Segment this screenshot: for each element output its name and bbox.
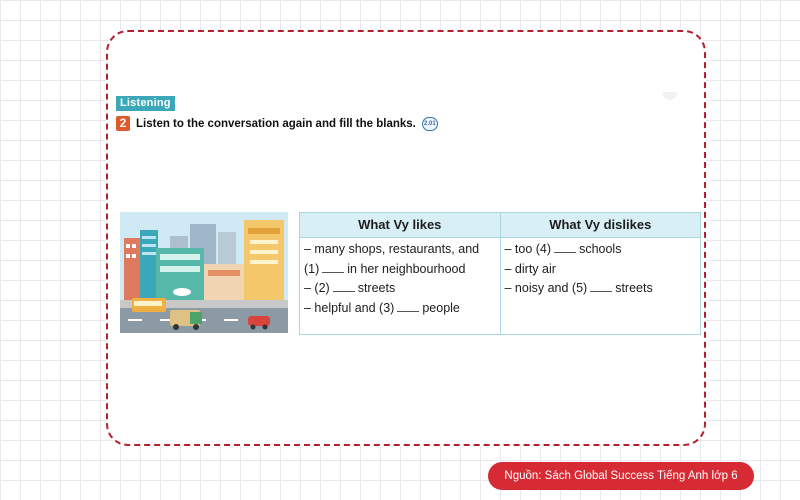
city-scene-image: [120, 212, 288, 333]
likes-row: – many shops, restaurants, and (1) in her…: [304, 240, 496, 279]
row-text-after: streets: [615, 281, 653, 296]
dislikes-row: – dirty air: [505, 260, 697, 280]
task-instruction: Listen to the conversation again and fil…: [136, 117, 416, 130]
exercise-card: Listening 2 Listen to the conversation a…: [106, 30, 706, 446]
row-text-before: – noisy and (5): [504, 281, 588, 296]
blank-5[interactable]: [590, 279, 613, 293]
source-credit-badge: Nguồn: Sách Global Success Tiếng Anh lớp…: [488, 462, 754, 490]
row-text-before: – helpful and (3): [304, 300, 395, 315]
row-text-after: schools: [579, 242, 622, 256]
likes-column: What Vy likes – many shops, restaurants,…: [300, 213, 500, 334]
row-text-after: streets: [357, 281, 396, 296]
decorative-mark: [663, 92, 677, 100]
row-text-before: – (2): [304, 281, 330, 296]
blank-3[interactable]: [397, 299, 420, 312]
dislikes-row: – too (4) schools: [505, 240, 697, 260]
row-text-after: people: [422, 300, 460, 315]
row-text-after: in her neighbourhood: [347, 261, 466, 276]
section-label: Listening: [116, 96, 175, 111]
task-instruction-row: 2 Listen to the conversation again and f…: [116, 116, 438, 131]
row-text-before: – too (4): [504, 242, 552, 256]
dislikes-row: – noisy and (5) streets: [505, 279, 697, 299]
row-text: – dirty air: [504, 261, 556, 276]
task-number: 2: [116, 116, 130, 131]
dislikes-header: What Vy dislikes: [500, 213, 700, 238]
likes-dislikes-table: What Vy likes – many shops, restaurants,…: [299, 212, 701, 335]
likes-list: – many shops, restaurants, and (1) in her…: [300, 238, 500, 318]
blank-1[interactable]: [322, 260, 345, 273]
likes-row: – helpful and (3) people: [304, 299, 496, 319]
city-illustration: [120, 212, 288, 333]
likes-header: What Vy likes: [300, 213, 500, 238]
blank-4[interactable]: [554, 240, 577, 253]
audio-track-icon[interactable]: 2.01: [421, 116, 438, 131]
dislikes-list: – too (4) schools – dirty air – noisy and…: [501, 238, 701, 299]
blank-2[interactable]: [332, 279, 355, 293]
dislikes-column: What Vy dislikes – too (4) schools – dirt…: [499, 213, 701, 334]
likes-row: – (2) streets: [304, 279, 496, 299]
